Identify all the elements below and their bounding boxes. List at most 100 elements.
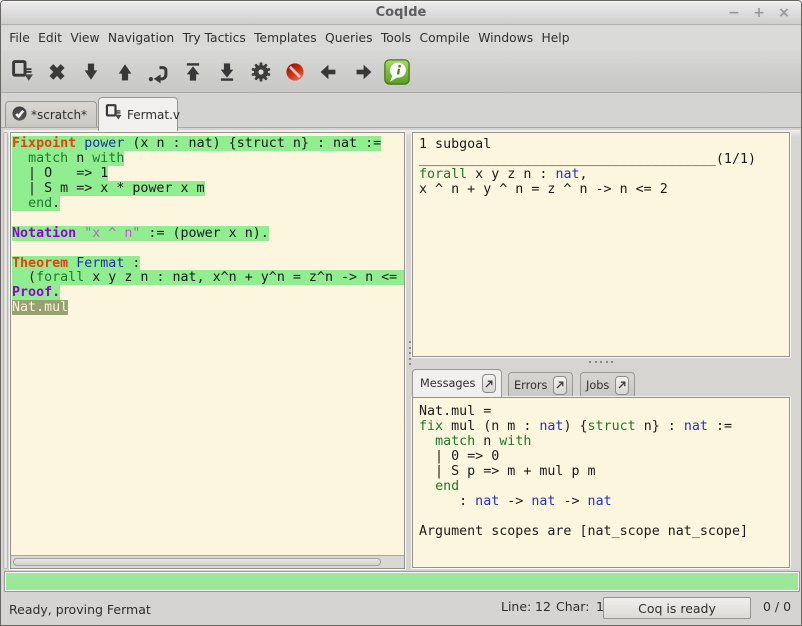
close-button[interactable]: ×	[774, 3, 794, 23]
menu-help[interactable]: Help	[537, 28, 573, 48]
char-label: Char:	[556, 599, 589, 614]
code-line: fix mul (n m : nat) {struct n} : nat :=	[419, 420, 789, 435]
menu-try-tactics[interactable]: Try Tactics	[178, 28, 250, 48]
save-icon	[11, 60, 35, 84]
message-tabs: Messages Errors Jobs	[412, 368, 792, 397]
messages-view[interactable]: Nat.mul =fix mul (n m : nat) {struct n} …	[412, 397, 790, 568]
document-tabs: *scratch* Fermat.v	[1, 93, 801, 131]
tab-messages-label: Messages	[420, 377, 475, 390]
script-pane: Fixpoint power (x n : nat) {struct n} : …	[4, 130, 405, 570]
code-line: Nat.mul	[12, 301, 404, 316]
horizontal-splitter[interactable]	[412, 357, 790, 368]
main-area: Fixpoint power (x n : nat) {struct n} : …	[4, 130, 800, 571]
close-icon	[45, 60, 69, 84]
code-line: match n with	[419, 435, 789, 450]
code-line: | O => 1	[12, 167, 404, 182]
progress-bar	[4, 571, 800, 592]
restart-icon	[181, 60, 205, 84]
scrollbar-thumb[interactable]	[13, 558, 381, 566]
interrupt-button[interactable]	[278, 55, 312, 89]
forward-icon	[351, 60, 375, 84]
goto-end-button[interactable]	[210, 55, 244, 89]
gear-button[interactable]	[244, 55, 278, 89]
menu-windows[interactable]: Windows	[474, 28, 537, 48]
line-label: Line:	[501, 599, 531, 614]
code-line: Nat.mul =	[419, 405, 789, 420]
tab-fermat-label: Fermat.v	[127, 108, 180, 122]
code-line	[12, 212, 404, 227]
line-value: 12	[535, 599, 551, 614]
step-forward-button[interactable]	[74, 55, 108, 89]
menu-navigation[interactable]: Navigation	[104, 28, 179, 48]
step-forward-icon	[79, 60, 103, 84]
script-vertical-scrollbar[interactable]	[3, 132, 8, 569]
goal-counter: 0 / 0	[763, 599, 791, 614]
menu-compile[interactable]: Compile	[415, 28, 474, 48]
script-editor-frame: Fixpoint power (x n : nat) {struct n} : …	[10, 132, 405, 569]
detach-errors-button[interactable]	[553, 376, 567, 395]
about-icon	[384, 59, 410, 85]
save-button[interactable]	[6, 55, 40, 89]
code-line: | S p => m + mul p m	[419, 465, 789, 480]
code-line: (forall x y z n : nat, x^n + y^n = z^n -…	[12, 271, 404, 286]
right-pane: 1 subgoal_______________________________…	[412, 130, 792, 571]
step-back-icon	[113, 60, 137, 84]
tab-scratch[interactable]: *scratch*	[5, 101, 97, 128]
scrollbar-thumb[interactable]	[4, 133, 7, 568]
code-line: Theorem Fermat :	[12, 257, 404, 272]
coq-status: Coq is ready	[603, 597, 751, 619]
menu-bar: FileEditViewNavigationTry TacticsTemplat…	[1, 26, 801, 50]
tab-errors[interactable]: Errors	[508, 372, 573, 397]
back-icon	[317, 60, 341, 84]
script-horizontal-scrollbar[interactable]	[11, 556, 404, 568]
code-line: Proof.	[12, 286, 404, 301]
code-line: _____________________________________(1/…	[419, 153, 789, 168]
title-bar[interactable]: CoqIde − + ×	[1, 1, 801, 25]
detach-jobs-button[interactable]	[615, 376, 629, 395]
save-icon	[105, 104, 123, 125]
minimize-button[interactable]: −	[724, 3, 744, 23]
code-line: | 0 => 0	[419, 450, 789, 465]
code-line: match n with	[12, 152, 404, 167]
step-back-button[interactable]	[108, 55, 142, 89]
code-line	[419, 510, 789, 525]
code-line: forall x y z n : nat,	[419, 168, 789, 183]
forward-button[interactable]	[346, 55, 380, 89]
gear-icon	[249, 60, 273, 84]
back-button[interactable]	[312, 55, 346, 89]
goto-end-icon	[215, 60, 239, 84]
tab-messages[interactable]: Messages	[412, 369, 502, 397]
status-bar: Ready, proving Fermat Line: 12 Char: 1 C…	[1, 593, 801, 626]
menu-templates[interactable]: Templates	[250, 28, 321, 48]
status-text: Ready, proving Fermat	[9, 602, 151, 617]
code-line: Fixpoint power (x n : nat) {struct n} : …	[12, 137, 404, 152]
code-line: : nat -> nat -> nat	[419, 495, 789, 510]
menu-queries[interactable]: Queries	[321, 28, 377, 48]
script-editor[interactable]: Fixpoint power (x n : nat) {struct n} : …	[11, 133, 404, 555]
check-circle-icon	[12, 106, 27, 124]
tab-scratch-label: *scratch*	[31, 108, 87, 122]
menu-file[interactable]: File	[5, 28, 34, 48]
goals-view[interactable]: 1 subgoal_______________________________…	[412, 132, 790, 357]
goto-cursor-button[interactable]	[142, 55, 176, 89]
toolbar	[1, 50, 801, 93]
code-line: x ^ n + y ^ n = z ^ n -> n <= 2	[419, 183, 789, 198]
coqide-window: CoqIde − + × FileEditViewNavigationTry T…	[0, 0, 802, 626]
about-button[interactable]	[380, 55, 414, 89]
close-button[interactable]	[40, 55, 74, 89]
window-title: CoqIde	[1, 5, 801, 20]
code-line: Notation "x ^ n" := (power x n).	[12, 227, 404, 242]
tab-jobs[interactable]: Jobs	[580, 372, 635, 397]
maximize-button[interactable]: +	[749, 3, 769, 23]
menu-tools[interactable]: Tools	[377, 28, 416, 48]
code-line: 1 subgoal	[419, 138, 789, 153]
detach-messages-button[interactable]	[482, 374, 496, 393]
goto-cursor-icon	[147, 60, 171, 84]
menu-edit[interactable]: Edit	[34, 28, 66, 48]
restart-button[interactable]	[176, 55, 210, 89]
interrupt-icon	[283, 60, 307, 84]
menu-view[interactable]: View	[66, 28, 104, 48]
tab-fermat[interactable]: Fermat.v	[98, 97, 178, 131]
tab-jobs-label: Jobs	[586, 379, 609, 392]
code-line: Argument scopes are [nat_scope nat_scope…	[419, 525, 789, 540]
